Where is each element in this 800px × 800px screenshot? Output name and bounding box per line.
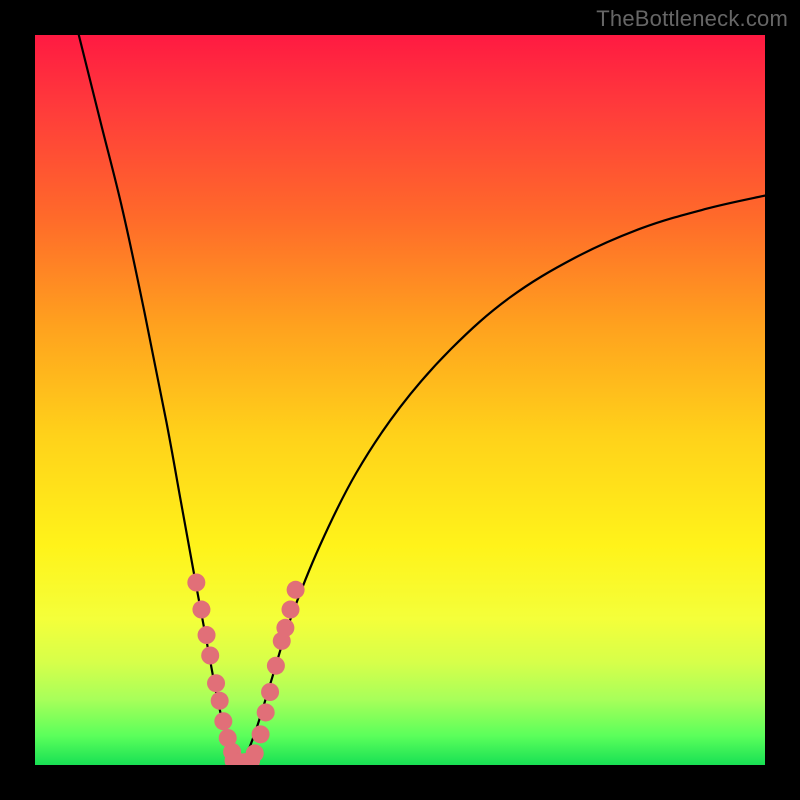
chart-point bbox=[214, 712, 232, 730]
chart-point bbox=[201, 647, 219, 665]
chart-stage: TheBottleneck.com bbox=[0, 0, 800, 800]
chart-point bbox=[246, 744, 264, 762]
chart-point bbox=[287, 581, 305, 599]
plot-area bbox=[35, 35, 765, 765]
chart-point bbox=[267, 657, 285, 675]
curve-layer bbox=[79, 35, 765, 765]
chart-curve bbox=[239, 196, 765, 765]
chart-point bbox=[261, 683, 279, 701]
chart-point bbox=[187, 574, 205, 592]
chart-point bbox=[192, 601, 210, 619]
chart-point bbox=[276, 619, 294, 637]
points-layer bbox=[187, 574, 304, 766]
chart-point bbox=[282, 601, 300, 619]
chart-point bbox=[211, 692, 229, 710]
chart-point bbox=[257, 703, 275, 721]
chart-svg bbox=[35, 35, 765, 765]
chart-point bbox=[207, 674, 225, 692]
chart-point bbox=[252, 725, 270, 743]
chart-point bbox=[198, 626, 216, 644]
watermark-label: TheBottleneck.com bbox=[596, 6, 788, 32]
